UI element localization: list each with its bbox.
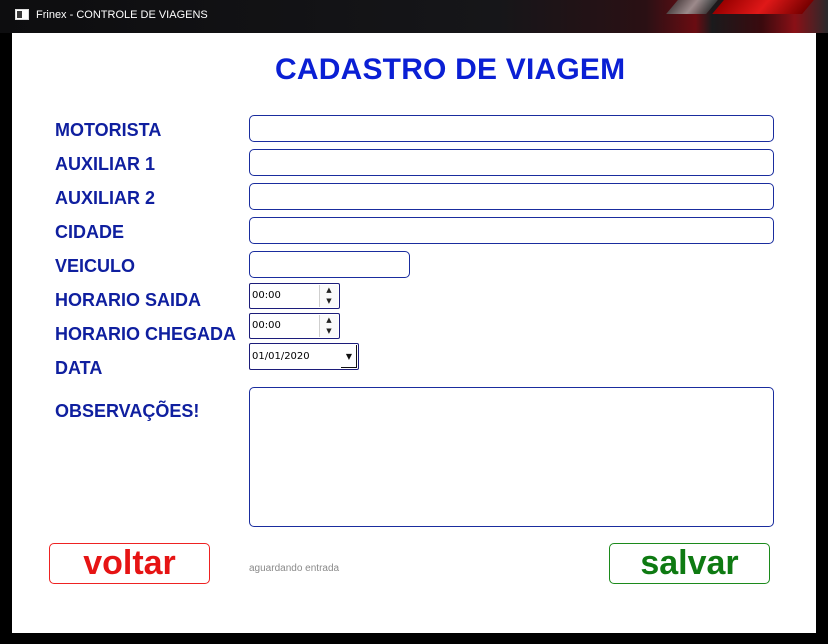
motorista-input[interactable]	[249, 115, 774, 142]
label-horario-saida: HORARIO SAIDA	[55, 290, 202, 310]
salvar-button[interactable]: salvar	[609, 543, 770, 584]
label-data: DATA	[55, 358, 103, 378]
titlebar-decoration	[712, 0, 814, 14]
horario-chegada-value: 00:00	[252, 320, 281, 331]
auxiliar-2-input[interactable]	[249, 183, 774, 210]
horario-saida-value: 00:00	[252, 290, 281, 301]
label-veiculo: VEICULO	[55, 256, 136, 276]
label-motorista: MOTORISTA	[55, 120, 162, 140]
label-horario-chegada: HORARIO CHEGADA	[55, 324, 237, 344]
data-value: 01/01/2020	[252, 351, 310, 362]
chevron-down-icon[interactable]: ▼	[341, 345, 357, 368]
data-date-picker[interactable]: 01/01/2020 ▼	[249, 343, 359, 370]
auxiliar-1-input[interactable]	[249, 149, 774, 176]
titlebar-decoration	[666, 0, 718, 14]
spin-down-icon[interactable]: ▼	[320, 296, 338, 307]
label-auxiliar-2: AUXILIAR 2	[55, 188, 156, 208]
page-title: CADASTRO DE VIAGEM	[275, 53, 626, 86]
horario-chegada-time-input[interactable]: 00:00 ▲ ▼	[249, 313, 340, 339]
observacoes-textarea[interactable]	[249, 387, 774, 527]
cidade-input[interactable]	[249, 217, 774, 244]
horario-saida-time-input[interactable]: 00:00 ▲ ▼	[249, 283, 340, 309]
app-window-icon[interactable]	[15, 9, 29, 20]
voltar-button[interactable]: voltar	[49, 543, 210, 584]
spin-buttons: ▲ ▼	[319, 315, 338, 337]
status-text: aguardando entrada	[249, 563, 340, 574]
spin-buttons: ▲ ▼	[319, 285, 338, 307]
window-title: Frinex - CONTROLE DE VIAGENS	[36, 9, 208, 21]
form-panel: CADASTRO DE VIAGEM MOTORISTA AUXILIAR 1 …	[12, 33, 816, 633]
window-titlebar[interactable]: Frinex - CONTROLE DE VIAGENS	[0, 0, 828, 33]
label-cidade: CIDADE	[55, 222, 125, 242]
label-observacoes: OBSERVAÇÕES!	[55, 401, 200, 421]
veiculo-input[interactable]	[249, 251, 410, 278]
spin-down-icon[interactable]: ▼	[320, 326, 338, 337]
label-auxiliar-1: AUXILIAR 1	[55, 154, 156, 174]
